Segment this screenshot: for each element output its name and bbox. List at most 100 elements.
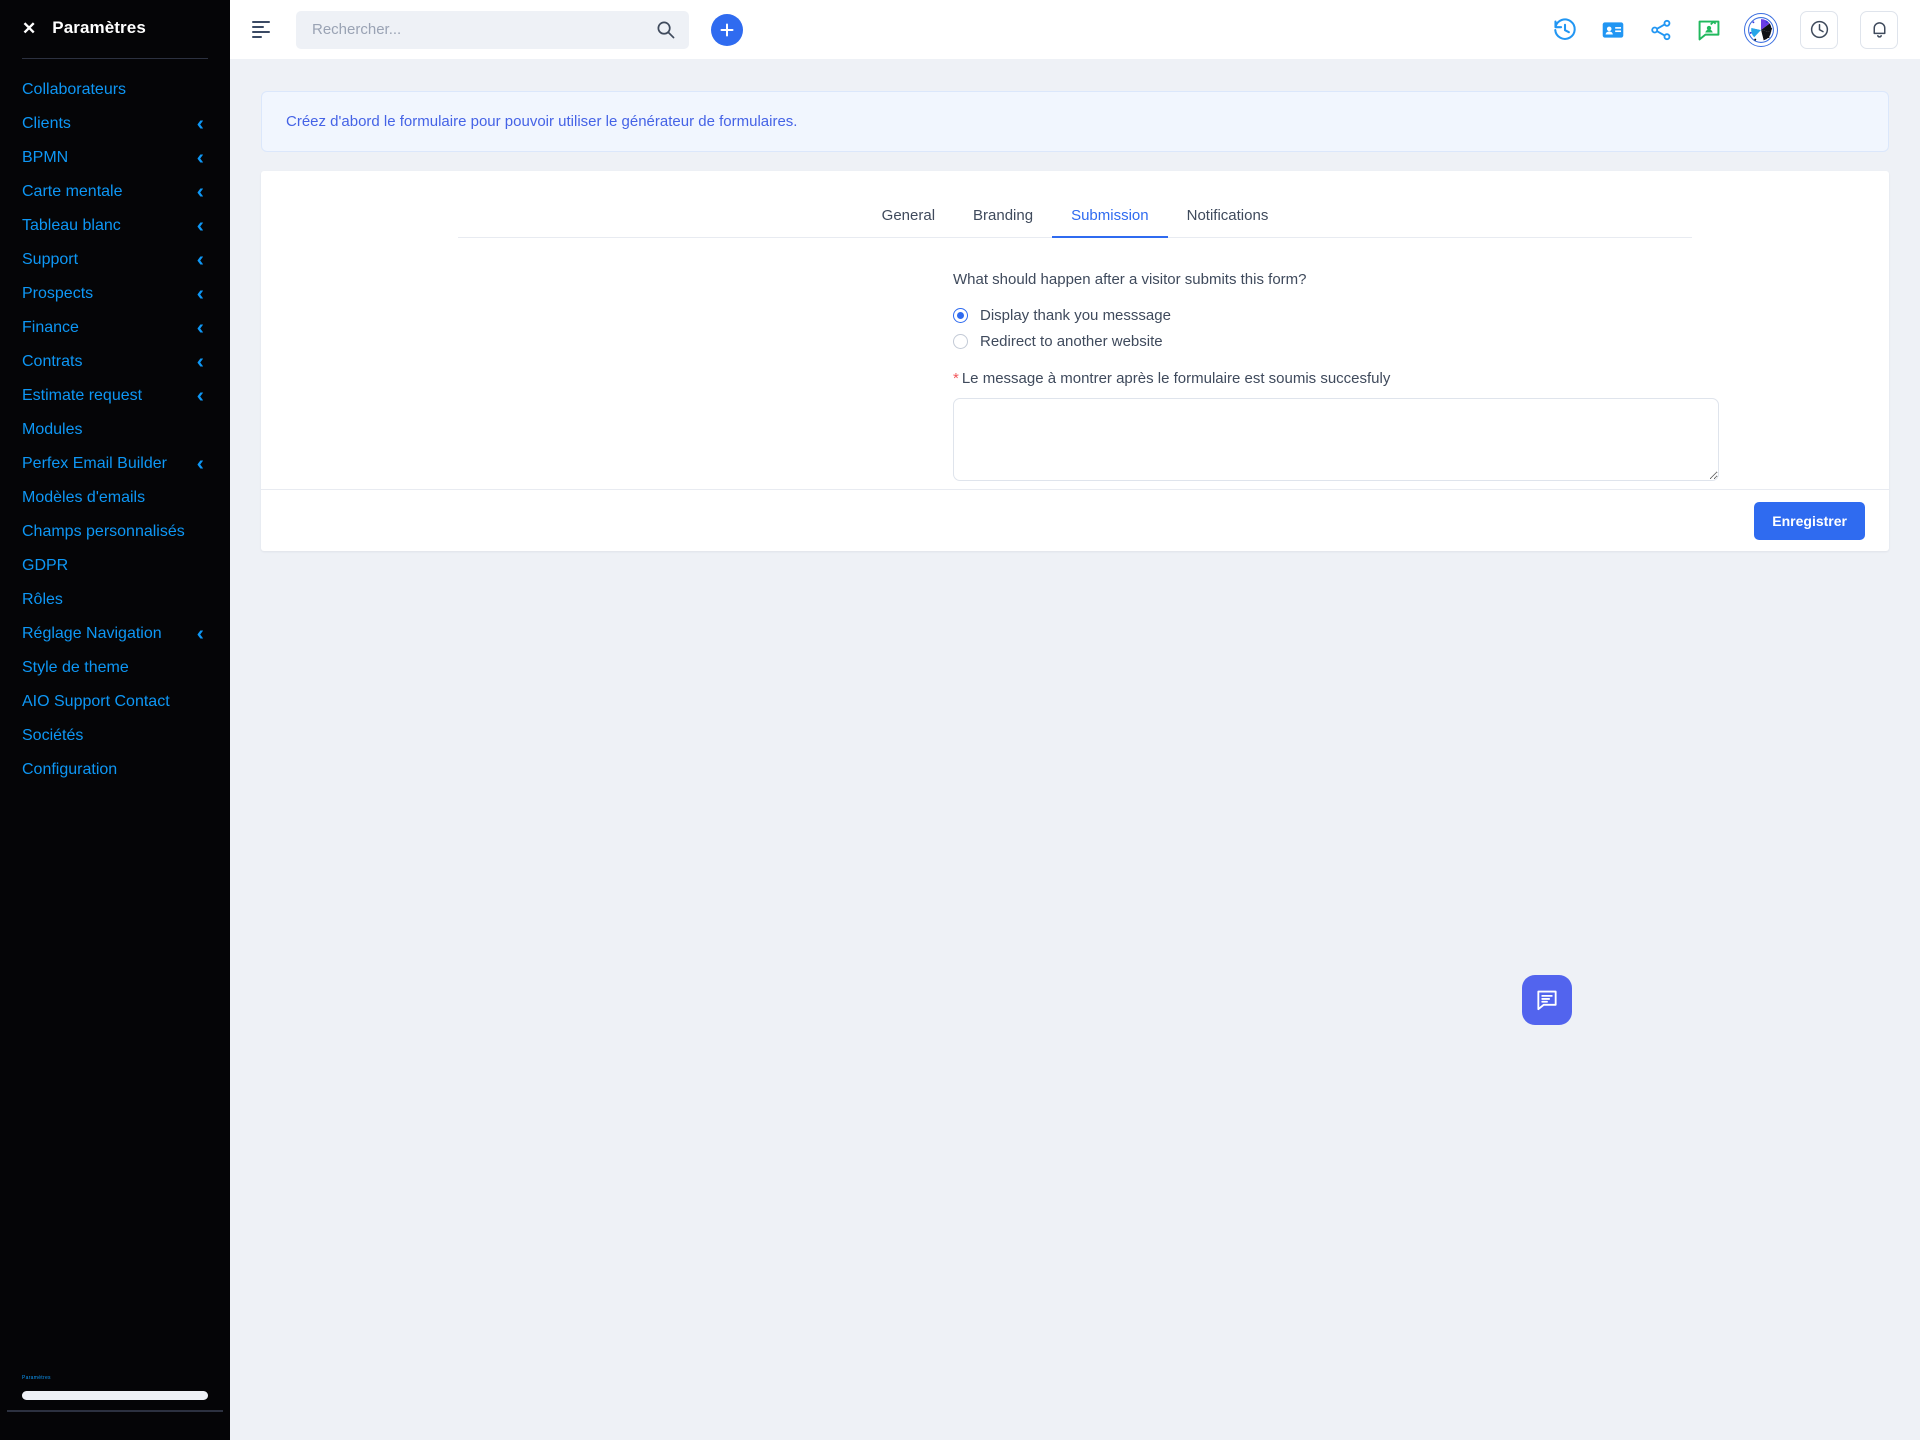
sidebar-footer: Paramètres bbox=[0, 1375, 230, 1412]
sidebar-item-aio-support-contact[interactable]: AIO Support Contact bbox=[0, 685, 230, 719]
sidebar-item-configuration[interactable]: Configuration bbox=[0, 753, 230, 787]
thank-you-message-textarea[interactable] bbox=[953, 398, 1719, 481]
sidebar-item-label: Contrats bbox=[22, 353, 83, 370]
sidebar-item-finance[interactable]: Finance ‹ bbox=[0, 311, 230, 345]
sidebar-item-label: Modules bbox=[22, 421, 83, 438]
search-box bbox=[296, 10, 689, 49]
sidebar-item-gdpr[interactable]: GDPR bbox=[0, 549, 230, 583]
sidebar-item-perfex-email-builder[interactable]: Perfex Email Builder ‹ bbox=[0, 447, 230, 481]
sidebar-item-r-les[interactable]: Rôles bbox=[0, 583, 230, 617]
radio-option-0[interactable]: Display thank you messsage bbox=[953, 307, 1719, 324]
sidebar-item-label: Tableau blanc bbox=[22, 217, 121, 234]
chevron-left-icon[interactable]: ‹ bbox=[197, 148, 204, 168]
clock-button[interactable] bbox=[1800, 10, 1838, 49]
radio-label: Redirect to another website bbox=[980, 333, 1163, 350]
sidebar-item-label: Carte mentale bbox=[22, 183, 123, 200]
sidebar-item-label: Style de theme bbox=[22, 659, 129, 676]
chevron-left-icon[interactable]: ‹ bbox=[197, 352, 204, 372]
sidebar-item-modules[interactable]: Modules bbox=[0, 413, 230, 447]
chevron-left-icon[interactable]: ‹ bbox=[197, 284, 204, 304]
chevron-left-icon[interactable]: ‹ bbox=[197, 250, 204, 270]
chevron-left-icon[interactable]: ‹ bbox=[197, 318, 204, 338]
sidebar-item-label: Configuration bbox=[22, 761, 118, 778]
chevron-left-icon[interactable]: ‹ bbox=[197, 624, 204, 644]
sidebar-item-soci-t-s[interactable]: Sociétés bbox=[0, 719, 230, 753]
sidebar-footer-divider bbox=[7, 1410, 223, 1412]
sidebar-item-carte-mentale[interactable]: Carte mentale ‹ bbox=[0, 175, 230, 209]
save-button[interactable]: Enregistrer bbox=[1754, 501, 1865, 540]
sidebar-item-label: Réglage Navigation bbox=[22, 625, 162, 642]
tab-general[interactable]: General bbox=[863, 197, 954, 238]
sidebar-item-estimate-request[interactable]: Estimate request ‹ bbox=[0, 379, 230, 413]
chat-fab-button[interactable] bbox=[1522, 975, 1572, 1025]
sidebar-item-label: Estimate request bbox=[22, 387, 143, 404]
sidebar-item-label: BPMN bbox=[22, 149, 69, 166]
sidebar-item-contrats[interactable]: Contrats ‹ bbox=[0, 345, 230, 379]
chat-bubble-icon bbox=[1537, 990, 1557, 1011]
notifications-button[interactable] bbox=[1860, 10, 1898, 49]
chevron-left-icon[interactable]: ‹ bbox=[197, 114, 204, 134]
share-icon[interactable] bbox=[1648, 17, 1674, 43]
required-marker: * bbox=[953, 370, 959, 387]
sidebar-item-label: GDPR bbox=[22, 557, 69, 574]
contact-card-icon[interactable] bbox=[1600, 17, 1626, 43]
submission-form: What should happen after a visitor submi… bbox=[953, 271, 1719, 489]
avatar-logo-icon bbox=[1748, 16, 1774, 43]
form-question: What should happen after a visitor submi… bbox=[953, 271, 1307, 288]
sidebar-item-label: Champs personnalisés bbox=[22, 523, 185, 540]
sidebar-item-tableau-blanc[interactable]: Tableau blanc ‹ bbox=[0, 209, 230, 243]
tab-branding[interactable]: Branding bbox=[954, 197, 1052, 238]
sidebar-item-label: Collaborateurs bbox=[22, 81, 127, 98]
form-settings-card: General Branding Submission Notifications W… bbox=[261, 171, 1889, 551]
chevron-left-icon[interactable]: ‹ bbox=[197, 454, 204, 474]
form-settings-body: General Branding Submission Notifications W… bbox=[261, 171, 1889, 489]
search-input[interactable] bbox=[296, 10, 689, 49]
bell-icon bbox=[1873, 22, 1885, 38]
sidebar-item-label: Clients bbox=[22, 115, 71, 132]
avatar[interactable] bbox=[1744, 12, 1778, 47]
sidebar-item-bpmn[interactable]: BPMN ‹ bbox=[0, 141, 230, 175]
sidebar-item-label: AIO Support Contact bbox=[22, 693, 170, 710]
sidebar-title: Paramètres bbox=[52, 18, 146, 37]
sidebar-item-prospects[interactable]: Prospects ‹ bbox=[0, 277, 230, 311]
tab-notifications[interactable]: Notifications bbox=[1168, 197, 1288, 238]
settings-tabs: General Branding Submission Notifications bbox=[458, 197, 1692, 238]
chat-check-icon[interactable] bbox=[1696, 17, 1722, 43]
close-icon[interactable]: ✕ bbox=[22, 20, 36, 37]
sidebar-item-r-glage-navigation[interactable]: Réglage Navigation ‹ bbox=[0, 617, 230, 651]
chevron-left-icon[interactable]: ‹ bbox=[197, 216, 204, 236]
sidebar-item-label: Prospects bbox=[22, 285, 94, 302]
hamburger-menu-icon[interactable] bbox=[252, 19, 274, 41]
sidebar-item-style-de-theme[interactable]: Style de theme bbox=[0, 651, 230, 685]
header-actions bbox=[1552, 10, 1898, 49]
chevron-left-icon[interactable]: ‹ bbox=[197, 386, 204, 406]
tab-submission[interactable]: Submission bbox=[1052, 197, 1168, 238]
sidebar-item-label: Perfex Email Builder bbox=[22, 455, 167, 472]
radio-label: Display thank you messsage bbox=[980, 307, 1171, 324]
sidebar-nav: Collaborateurs Clients ‹ BPMN ‹ Carte mentale… bbox=[0, 73, 230, 787]
radio-option-1[interactable]: Redirect to another website bbox=[953, 333, 1719, 350]
sidebar-item-label: Support bbox=[22, 251, 79, 268]
history-icon[interactable] bbox=[1552, 17, 1578, 43]
sidebar-item-collaborateurs[interactable]: Collaborateurs bbox=[0, 73, 230, 107]
add-new-button[interactable] bbox=[711, 13, 743, 46]
main-content: Créez d'abord le formulaire pour pouvoir… bbox=[230, 59, 1920, 1440]
chevron-left-icon[interactable]: ‹ bbox=[197, 182, 204, 202]
sidebar-item-mod-les-d-emails[interactable]: Modèles d'emails bbox=[0, 481, 230, 515]
sidebar-item-support[interactable]: Support ‹ bbox=[0, 243, 230, 277]
sidebar-item-label: Finance bbox=[22, 319, 79, 336]
sidebar-footer-bar[interactable] bbox=[22, 1391, 208, 1400]
sidebar-footer-label: Paramètres bbox=[22, 1375, 51, 1381]
radio-button[interactable] bbox=[953, 308, 968, 323]
submission-action-radio-group: Display thank you messsage Redirect to an… bbox=[953, 307, 1719, 350]
message-field-label: * Le message à montrer après le formulair… bbox=[953, 370, 1719, 387]
sidebar-item-clients[interactable]: Clients ‹ bbox=[0, 107, 230, 141]
clock-icon bbox=[1810, 20, 1828, 39]
sidebar-item-label: Modèles d'emails bbox=[22, 489, 146, 506]
sidebar-item-champs-personnalis-s[interactable]: Champs personnalisés bbox=[0, 515, 230, 549]
plus-icon bbox=[720, 23, 734, 36]
sidebar-item-label: Sociétés bbox=[22, 727, 84, 744]
card-footer: Enregistrer bbox=[261, 489, 1889, 551]
sidebar-header: ✕ Paramètres bbox=[0, 0, 230, 54]
radio-button[interactable] bbox=[953, 334, 968, 349]
